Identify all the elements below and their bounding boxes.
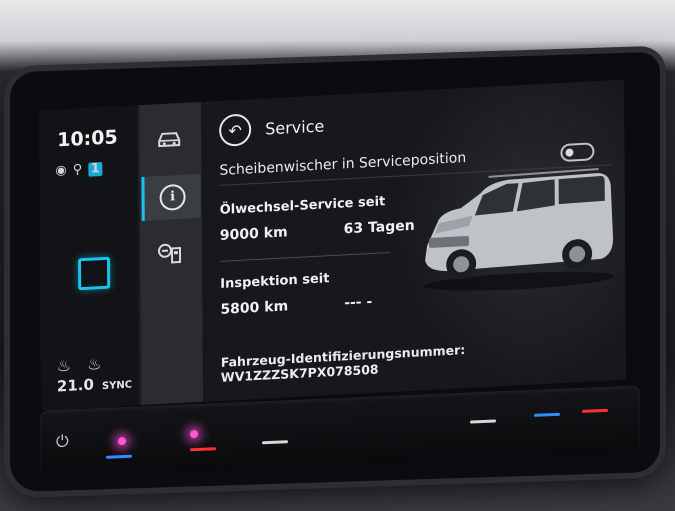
back-arrow-icon: ↶ bbox=[228, 120, 242, 140]
led-white bbox=[262, 440, 288, 445]
fuel-tab[interactable] bbox=[148, 232, 192, 278]
oil-service-label: Ölwechsel-Service seit bbox=[219, 194, 386, 218]
info-tab[interactable]: i bbox=[141, 173, 201, 221]
status-indicators: ◉ ⚲ 1 bbox=[55, 161, 103, 179]
led-white-right bbox=[470, 419, 496, 424]
led-red-right bbox=[582, 408, 608, 413]
seat-heating-right-icon[interactable]: ♨ bbox=[87, 354, 101, 374]
icon-rail: i bbox=[138, 101, 204, 406]
vehicle-tab[interactable] bbox=[147, 118, 191, 164]
led-red-left bbox=[190, 447, 216, 452]
home-button[interactable] bbox=[78, 256, 111, 291]
main-panel: ↶ Service Scheibenwischer in Serviceposi… bbox=[204, 79, 627, 402]
led-blue-right bbox=[534, 412, 560, 417]
inspection-km: 5800 km bbox=[220, 298, 289, 318]
clock: 10:05 bbox=[57, 126, 118, 152]
fuel-icon bbox=[157, 241, 183, 269]
inspection-section: Inspektion seit 5800 km --- - bbox=[220, 269, 372, 318]
person-icon: ⚲ bbox=[72, 162, 83, 178]
header: ↶ Service bbox=[219, 109, 325, 147]
power-icon[interactable]: ⏻ bbox=[56, 431, 69, 452]
inspection-label: Inspektion seit bbox=[220, 271, 330, 292]
led-glow-right bbox=[190, 429, 198, 439]
sync-button[interactable]: SYNC bbox=[102, 380, 132, 393]
climate-control[interactable]: ♨ ♨ 21.0 SYNC bbox=[57, 353, 132, 396]
inspection-days: --- - bbox=[344, 293, 373, 312]
car-icon bbox=[156, 129, 182, 154]
infotainment-screen: 10:05 ◉ ⚲ 1 ♨ ♨ 21.0 SYNC i ↶ Service Sc… bbox=[38, 79, 627, 411]
section-divider bbox=[220, 251, 391, 262]
seat-heating-icon[interactable]: ♨ bbox=[57, 356, 71, 376]
vehicle-image bbox=[408, 158, 619, 299]
oil-service-section: Ölwechsel-Service seit 9000 km 63 Tagen bbox=[220, 193, 415, 244]
back-button[interactable]: ↶ bbox=[219, 113, 252, 147]
info-icon: i bbox=[159, 183, 186, 212]
globe-icon: ◉ bbox=[55, 162, 67, 179]
page-title: Service bbox=[265, 115, 325, 139]
temperature-value[interactable]: 21.0 bbox=[57, 376, 94, 396]
notification-badge[interactable]: 1 bbox=[88, 161, 103, 177]
led-glow-left bbox=[118, 436, 126, 446]
led-blue-left bbox=[106, 454, 132, 459]
status-column: 10:05 ◉ ⚲ 1 ♨ ♨ 21.0 SYNC bbox=[38, 105, 141, 411]
oil-service-km: 9000 km bbox=[219, 224, 288, 244]
